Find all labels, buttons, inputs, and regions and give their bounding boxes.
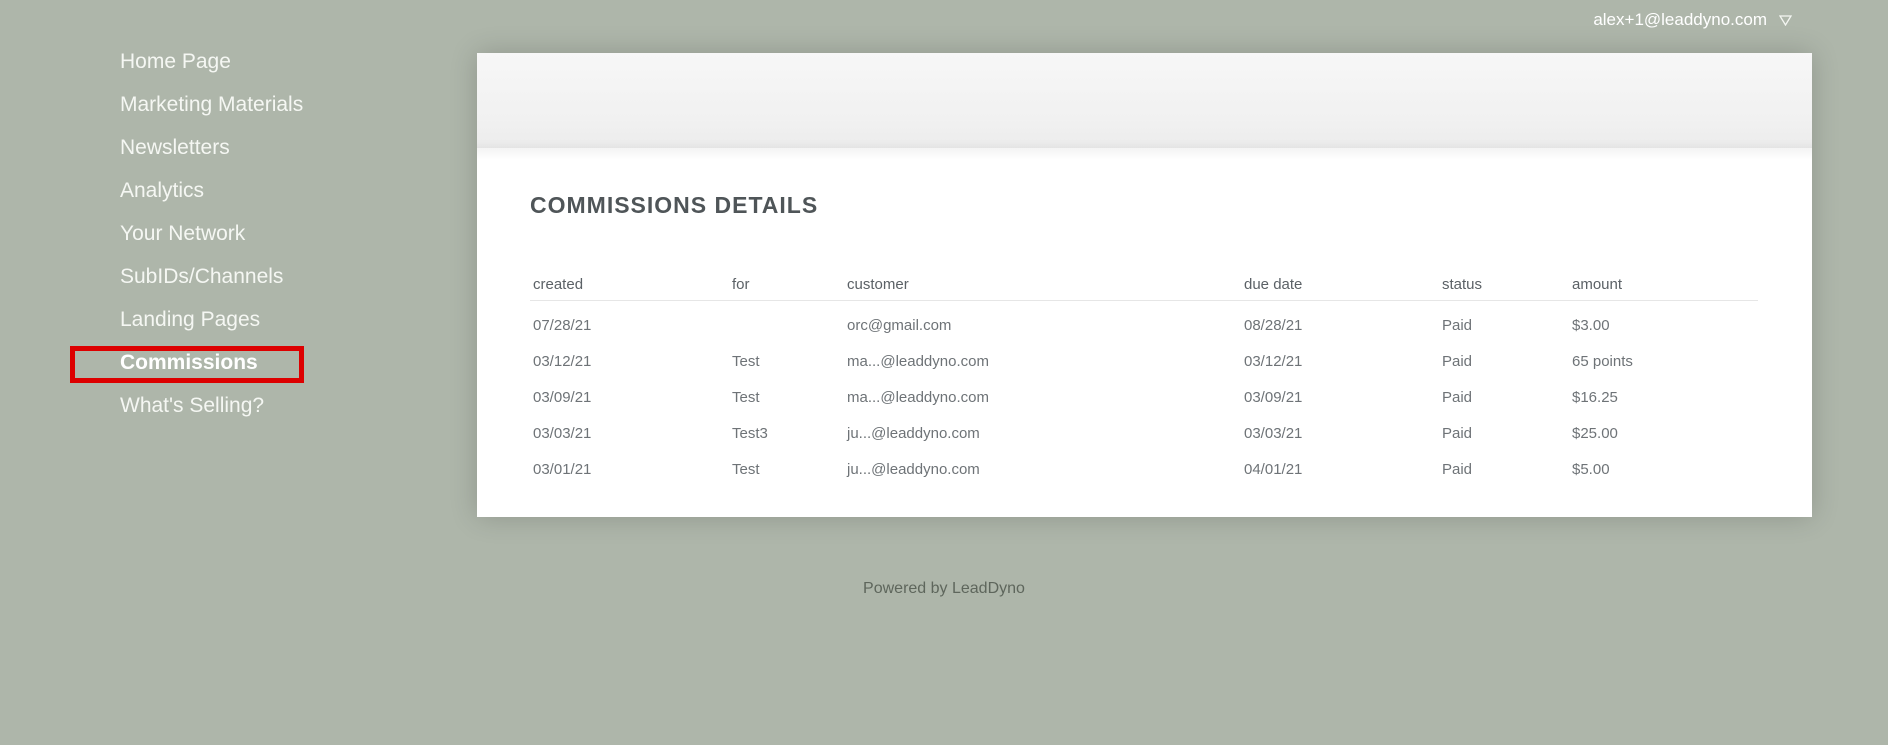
cell-created: 03/01/21 [533, 460, 592, 478]
sidebar-item-landing-pages[interactable]: Landing Pages [120, 304, 380, 347]
cell-status: Paid [1442, 424, 1473, 442]
table-row: 03/01/21 Test ju...@leaddyno.com 04/01/2… [530, 451, 1758, 487]
cell-created: 03/03/21 [533, 424, 592, 442]
cell-customer: ma...@leaddyno.com [847, 352, 989, 370]
caret-down-icon[interactable] [1779, 14, 1792, 26]
cell-amount: $16.25 [1572, 388, 1618, 406]
table-row: 07/28/21 orc@gmail.com 08/28/21 Paid $3.… [530, 301, 1758, 344]
cell-status: Paid [1442, 460, 1473, 478]
cell-customer: orc@gmail.com [847, 316, 952, 334]
cell-due-date: 03/03/21 [1244, 424, 1303, 442]
sidebar-item-whats-selling[interactable]: What's Selling? [120, 390, 380, 433]
commissions-card: COMMISSIONS DETAILS created for customer… [477, 53, 1812, 517]
cell-customer: ju...@leaddyno.com [847, 460, 980, 478]
sidebar-item-your-network[interactable]: Your Network [120, 218, 380, 261]
table-row: 03/03/21 Test3 ju...@leaddyno.com 03/03/… [530, 415, 1758, 451]
powered-by-link[interactable]: Powered by LeadDyno [863, 580, 1025, 597]
footer: Powered by LeadDyno [0, 580, 1888, 598]
sidebar-item-subids-channels[interactable]: SubIDs/Channels [120, 261, 380, 304]
table-row: 03/09/21 Test ma...@leaddyno.com 03/09/2… [530, 379, 1758, 415]
cell-created: 07/28/21 [533, 316, 592, 334]
table-header-row: created for customer due date status amo… [530, 268, 1758, 301]
cell-due-date: 03/12/21 [1244, 352, 1303, 370]
sidebar-nav: Home Page Marketing Materials Newsletter… [70, 46, 380, 433]
card-header [477, 53, 1812, 148]
sidebar-item-home-page[interactable]: Home Page [120, 46, 380, 89]
column-header-created: created [530, 268, 729, 301]
cell-status: Paid [1442, 352, 1473, 370]
page-title: COMMISSIONS DETAILS [530, 192, 819, 218]
cell-customer: ma...@leaddyno.com [847, 388, 989, 406]
user-menu[interactable]: alex+1@leaddyno.com [1593, 10, 1792, 30]
cell-amount: 65 points [1572, 352, 1633, 370]
column-header-customer: customer [844, 268, 1241, 301]
cell-created: 03/09/21 [533, 388, 592, 406]
cell-due-date: 04/01/21 [1244, 460, 1303, 478]
cell-status: Paid [1442, 316, 1473, 334]
cell-status: Paid [1442, 388, 1473, 406]
cell-amount: $5.00 [1572, 460, 1610, 478]
column-header-status: status [1439, 268, 1569, 301]
cell-created: 03/12/21 [533, 352, 592, 370]
table-row: 03/12/21 Test ma...@leaddyno.com 03/12/2… [530, 343, 1758, 379]
sidebar-item-analytics[interactable]: Analytics [120, 175, 380, 218]
column-header-due-date: due date [1241, 268, 1439, 301]
sidebar-item-commissions[interactable]: Commissions [70, 346, 380, 390]
sidebar-item-marketing-materials[interactable]: Marketing Materials [120, 89, 380, 132]
user-email[interactable]: alex+1@leaddyno.com [1593, 10, 1767, 30]
commissions-table: created for customer due date status amo… [530, 268, 1758, 487]
column-header-for: for [729, 268, 844, 301]
cell-due-date: 08/28/21 [1244, 316, 1303, 334]
card-divider [477, 148, 1812, 160]
cell-due-date: 03/09/21 [1244, 388, 1303, 406]
cell-for: Test3 [732, 424, 768, 442]
cell-amount: $25.00 [1572, 424, 1618, 442]
cell-for: Test [732, 388, 760, 406]
sidebar-item-newsletters[interactable]: Newsletters [120, 132, 380, 175]
column-header-amount: amount [1569, 268, 1758, 301]
cell-for: Test [732, 352, 760, 370]
cell-amount: $3.00 [1572, 316, 1610, 334]
cell-customer: ju...@leaddyno.com [847, 424, 980, 442]
cell-for [729, 301, 844, 344]
cell-for: Test [732, 460, 760, 478]
